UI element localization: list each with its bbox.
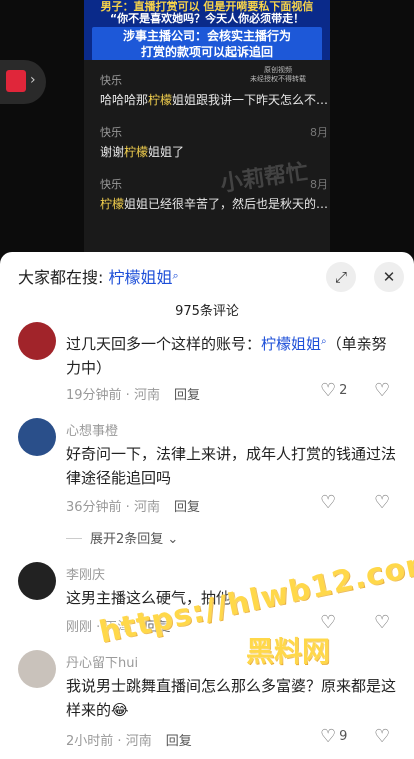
banner-caption-line-2: 打赏的款项可以起诉追回: [140, 45, 273, 59]
comment-location: 河南: [133, 500, 160, 515]
like-count: 2: [339, 383, 348, 398]
search-suggestion[interactable]: 大家都在搜: 柠檬姐姐⌕: [18, 264, 179, 288]
comment-count: 975条评论: [175, 304, 239, 319]
chevron-right-icon: ›: [30, 72, 36, 88]
avatar[interactable]: [18, 650, 56, 688]
comment-location: 河南: [125, 734, 152, 749]
dislike-button[interactable]: ♡: [374, 380, 390, 401]
chevron-down-icon: ⌄: [167, 532, 179, 547]
comment-author[interactable]: 丹心留下hui: [66, 652, 138, 671]
watermark-site-name: 黑料网: [246, 635, 331, 668]
comment-text: 过几天回多一个这样的账号：柠檬姐姐⌕（单亲努力中）: [66, 335, 387, 377]
broken-heart-icon: ♡: [374, 612, 391, 633]
divider: [66, 538, 82, 539]
heart-icon: ♡: [320, 492, 337, 513]
comment-sheet: 大家都在搜: 柠檬姐姐⌕ ⤢ ✕ 975条评论 过几天回多一个这样的账号：柠檬姐…: [0, 252, 414, 759]
reply-button[interactable]: 回复: [166, 734, 192, 749]
avatar[interactable]: [18, 322, 56, 360]
banner-caption-line-1: 涉事主播公司：会核实主播行为: [122, 29, 291, 43]
chat-text: 哈哈哈那柠檬姐姐跟我讲一下昨天怎么不…: [100, 93, 328, 107]
dislike-button[interactable]: ♡: [374, 726, 390, 747]
search-icon: ⌕: [172, 269, 179, 282]
search-keyword[interactable]: 柠檬姐姐: [109, 268, 173, 287]
comment-meta: 36分钟前 · 河南 回复: [66, 500, 200, 515]
chat-text: 柠檬姐姐已经很辛苦了，然后也是秋天的…: [100, 197, 328, 211]
comment-time: 19分钟前: [66, 388, 122, 403]
reply-button[interactable]: 回复: [174, 500, 200, 515]
video-area[interactable]: 男子：直播打赏可以 但是开嗬要私下面视信 “你不是喜欢她吗？今天人你必须带走！ …: [0, 0, 414, 262]
comment-time: 2小时前: [66, 734, 114, 749]
expand-icon[interactable]: ⤢: [326, 262, 356, 292]
banner-line-2: “你不是喜欢她吗？今天人你必须带走！: [109, 12, 305, 25]
heart-icon: ♡: [320, 380, 337, 401]
avatar[interactable]: [18, 418, 56, 456]
chat-message: 快乐 哈哈哈那柠檬姐姐跟我讲一下昨天怎么不…: [100, 72, 328, 108]
like-button[interactable]: ♡: [320, 492, 336, 513]
red-envelope-icon: [6, 70, 26, 92]
dislike-button[interactable]: ♡: [374, 612, 390, 633]
heart-icon: ♡: [320, 726, 337, 747]
comment-time: 36分钟前: [66, 500, 122, 515]
like-button[interactable]: ♡ 9: [320, 726, 347, 747]
like-count: 9: [339, 729, 348, 744]
chat-date: 8月: [310, 126, 328, 139]
avatar[interactable]: [18, 562, 56, 600]
banner-caption: 涉事主播公司：会核实主播行为 打赏的款项可以起诉追回: [92, 27, 322, 60]
chat-sender: 快乐: [100, 74, 122, 87]
broken-heart-icon: ♡: [374, 726, 391, 747]
comment-text: 好奇问一下，法律上来讲，成年人打赏的钱通过法律途径能追回吗: [66, 445, 397, 487]
reply-button[interactable]: 回复: [174, 388, 200, 403]
comment-keyword-link[interactable]: 柠檬姐姐: [261, 335, 321, 353]
comment-meta: 2小时前 · 河南 回复: [66, 734, 192, 749]
broken-heart-icon: ♡: [374, 380, 391, 401]
red-envelope-button[interactable]: ›: [0, 60, 46, 104]
close-icon[interactable]: ✕: [374, 262, 404, 292]
comment-meta: 19分钟前 · 河南 回复: [66, 388, 200, 403]
comment-time: 刚刚: [66, 620, 93, 635]
comment-text: 我说男士跳舞直播间怎么那么多富婆？原来都是这样来的😂: [66, 677, 397, 719]
broken-heart-icon: ♡: [374, 492, 391, 513]
chat-date: 8月: [310, 178, 328, 191]
video-banner: 男子：直播打赏可以 但是开嗬要私下面视信 “你不是喜欢她吗？今天人你必须带走！ …: [84, 0, 330, 60]
comment-author[interactable]: 心想事橙: [66, 420, 118, 439]
dislike-button[interactable]: ♡: [374, 492, 390, 513]
chat-sender: 快乐: [100, 126, 122, 139]
comment-author[interactable]: 李刚庆: [66, 564, 105, 583]
like-button[interactable]: ♡ 2: [320, 380, 347, 401]
search-prefix: 大家都在搜:: [18, 268, 104, 287]
expand-replies-button[interactable]: 展开2条回复 ⌄: [66, 528, 178, 547]
comment-location: 河南: [133, 388, 160, 403]
